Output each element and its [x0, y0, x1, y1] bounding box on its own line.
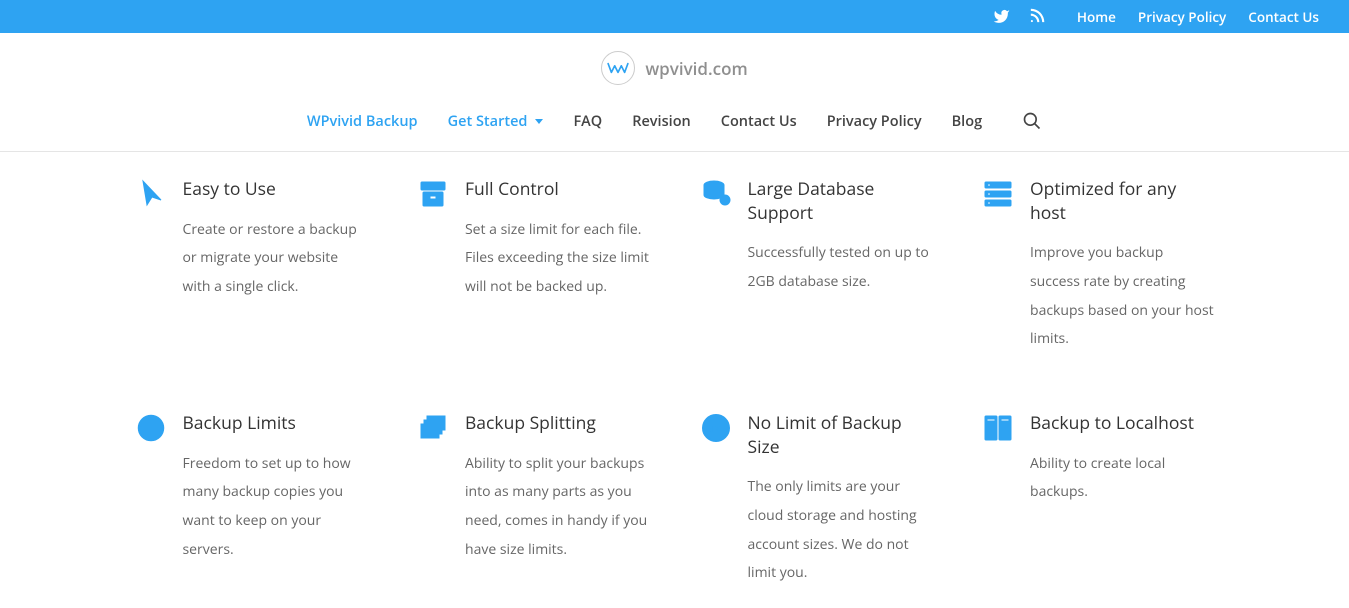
feature-title: Large Database Support — [748, 178, 933, 225]
feature-desc: Set a size limit for each file. Files ex… — [465, 216, 650, 302]
feature-backup-limits: Backup Limits Freedom to set up to how m… — [135, 412, 368, 588]
database-icon — [700, 178, 732, 210]
nav-faq[interactable]: FAQ — [573, 112, 602, 131]
search-icon — [1022, 111, 1042, 131]
nav-label: WPvivid Backup — [307, 112, 418, 131]
feature-desc: Ability to split your backups into as ma… — [465, 450, 650, 565]
logo-text: wpvivid.com — [645, 57, 747, 80]
rss-icon — [1028, 8, 1045, 25]
feature-optimized-host: Optimized for any host Improve you backu… — [982, 178, 1215, 354]
twitter-icon — [993, 8, 1010, 25]
nav-wpvivid-backup[interactable]: WPvivid Backup — [307, 112, 418, 131]
feature-title: Backup to Localhost — [1030, 412, 1215, 436]
local-servers-icon — [982, 412, 1014, 444]
nav-revision[interactable]: Revision — [632, 112, 691, 131]
feature-full-control: Full Control Set a size limit for each f… — [417, 178, 650, 354]
nav-privacy-policy[interactable]: Privacy Policy — [827, 112, 922, 131]
size-badge-icon: SIZE — [700, 412, 732, 444]
feature-title: No Limit of Backup Size — [748, 412, 933, 459]
feature-desc: The only limits are your cloud storage a… — [748, 473, 933, 588]
feature-backup-localhost: Backup to Localhost Ability to create lo… — [982, 412, 1215, 588]
top-bar: Home Privacy Policy Contact Us — [0, 0, 1349, 33]
feature-title: Backup Limits — [183, 412, 368, 436]
main-nav: WPvivid Backup Get Started FAQ Revision … — [0, 93, 1349, 152]
nav-contact-us[interactable]: Contact Us — [721, 112, 797, 131]
logo-mark — [601, 51, 635, 85]
svg-text:SIZE: SIZE — [706, 422, 724, 435]
topbar-link-privacy[interactable]: Privacy Policy — [1138, 8, 1226, 26]
nav-get-started[interactable]: Get Started — [448, 112, 544, 131]
feature-title: Optimized for any host — [1030, 178, 1215, 225]
archive-icon — [417, 178, 449, 210]
chevron-down-icon — [535, 119, 543, 124]
ban-icon — [135, 412, 167, 444]
logo-icon — [607, 61, 629, 75]
pointer-icon — [135, 178, 167, 210]
feature-desc: Improve you backup success rate by creat… — [1030, 239, 1215, 354]
feature-title: Easy to Use — [183, 178, 368, 202]
feature-desc: Freedom to set up to how many backup cop… — [183, 450, 368, 565]
nav-blog[interactable]: Blog — [952, 112, 983, 131]
feature-backup-splitting: Backup Splitting Ability to split your b… — [417, 412, 650, 588]
feature-desc: Ability to create local backups. — [1030, 450, 1215, 507]
stack-icon — [417, 412, 449, 444]
rss-link[interactable] — [1028, 8, 1045, 25]
feature-no-limit-size: SIZE No Limit of Backup Size The only li… — [700, 412, 933, 588]
feature-large-database: Large Database Support Successfully test… — [700, 178, 933, 354]
feature-desc: Successfully tested on up to 2GB databas… — [748, 239, 933, 296]
feature-title: Backup Splitting — [465, 412, 650, 436]
nav-label: Get Started — [448, 112, 528, 131]
topbar-link-home[interactable]: Home — [1077, 8, 1116, 26]
feature-easy-to-use: Easy to Use Create or restore a backup o… — [135, 178, 368, 354]
header: wpvivid.com WPvivid Backup Get Started F… — [0, 33, 1349, 152]
servers-icon — [982, 178, 1014, 210]
features-grid: Easy to Use Create or restore a backup o… — [135, 178, 1215, 608]
feature-desc: Create or restore a backup or migrate yo… — [183, 216, 368, 302]
social-links — [993, 8, 1045, 25]
topbar-link-contact[interactable]: Contact Us — [1248, 8, 1319, 26]
search-button[interactable] — [1022, 111, 1042, 131]
feature-title: Full Control — [465, 178, 650, 202]
logo[interactable]: wpvivid.com — [0, 33, 1349, 93]
twitter-link[interactable] — [993, 8, 1010, 25]
